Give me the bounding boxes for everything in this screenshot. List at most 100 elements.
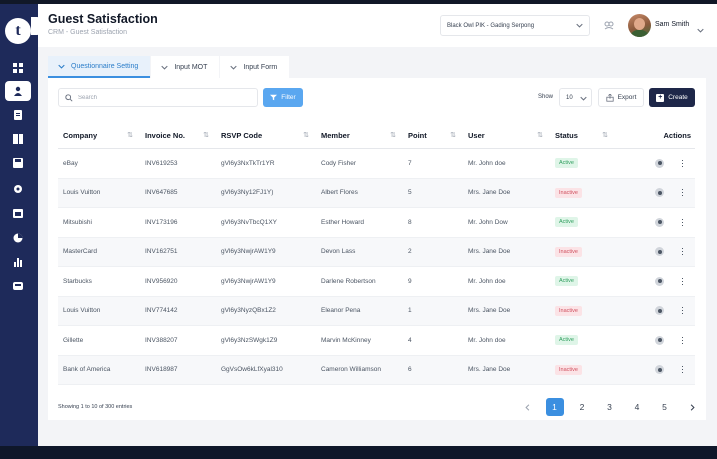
more-options-icon[interactable]: ⋯ [678, 218, 688, 227]
table-row: Mitsubishi INV173196 gVl6y3NvTbcQ1XY Esther… [58, 208, 695, 238]
view-icon[interactable] [655, 188, 664, 198]
point-cell: 5 [408, 189, 412, 197]
user-cell: Mrs. Jane Doe [468, 248, 511, 256]
window-bottom-bar [0, 446, 717, 459]
export-icon [605, 93, 614, 102]
company-cell: eBay [63, 159, 78, 167]
user-cell: Mr. John doe [468, 336, 506, 344]
chevron-down-icon[interactable] [697, 21, 704, 39]
rsvp-code-cell: GgVsOw6kLfXyal310 [221, 366, 283, 374]
avatar[interactable] [628, 14, 651, 37]
location-select[interactable]: Black Owl PIK - Gading Serpong [440, 15, 590, 36]
table-row: Starbucks INV956920 gVl6y3NwjrAW1Y9 Darlene… [58, 267, 695, 297]
tab-input-form[interactable]: Input Form [220, 56, 290, 78]
book-icon[interactable] [10, 131, 26, 147]
status-cell: Active [555, 158, 620, 169]
row-actions: ⋯ [655, 306, 688, 316]
view-icon[interactable] [655, 306, 664, 316]
search-box[interactable] [58, 88, 258, 107]
create-button[interactable]: + Create [649, 88, 695, 107]
more-options-icon[interactable]: ⋯ [678, 159, 688, 168]
status-badge: Active [555, 335, 578, 346]
plus-icon: + [656, 93, 665, 102]
invoice-cell: INV618987 [145, 366, 178, 374]
column-header-point[interactable]: Point ⇅ [408, 131, 468, 140]
rsvp-code-cell: gVl6y3NwjrAW1Y9 [221, 277, 276, 285]
chart-pie-icon[interactable] [10, 230, 26, 246]
sidebar: t [0, 4, 41, 446]
column-header-rsvp[interactable]: RSVP Code ⇅ [221, 131, 321, 140]
column-header-invoice[interactable]: Invoice No. ⇅ [145, 131, 221, 140]
rsvp-code-cell: gVl6y3NwjrAW1Y9 [221, 248, 276, 256]
more-options-icon[interactable]: ⋯ [678, 247, 688, 256]
status-cell: Active [555, 335, 620, 346]
tab-questionnaire-setting[interactable]: Questionnaire Setting [48, 56, 151, 78]
point-cell: 2 [408, 248, 412, 256]
filter-button[interactable]: Filter [263, 88, 303, 107]
tab-input-mot[interactable]: Input MOT [151, 56, 220, 78]
column-header-member[interactable]: Member ⇅ [321, 131, 408, 140]
page-button-2[interactable]: 2 [573, 398, 591, 416]
prev-page-button[interactable] [518, 398, 536, 416]
export-label: Export [617, 94, 637, 101]
row-actions: ⋯ [655, 217, 688, 227]
point-cell: 6 [408, 366, 412, 374]
export-button[interactable]: Export [598, 88, 644, 107]
search-input[interactable] [78, 94, 248, 101]
rsvp-code-cell: gVl6y3NvTbcQ1XY [221, 218, 277, 226]
create-label: Create [668, 94, 688, 101]
page-button-5[interactable]: 5 [656, 398, 674, 416]
save-icon[interactable] [10, 155, 26, 171]
status-badge: Inactive [555, 305, 582, 316]
more-options-icon[interactable]: ⋯ [678, 188, 688, 197]
next-page-button[interactable] [683, 398, 701, 416]
bar-chart-icon[interactable] [10, 254, 26, 270]
table-row: Louis Vuitton INV647685 gVl6y3Ny12FJ1Y) Alb… [58, 178, 695, 208]
more-options-icon[interactable]: ⋯ [678, 336, 688, 345]
chevron-down-icon [230, 65, 238, 70]
more-options-icon[interactable]: ⋯ [678, 306, 688, 315]
invoice-cell: INV956920 [145, 277, 178, 285]
invoice-cell: INV774142 [145, 307, 178, 315]
view-icon[interactable] [655, 158, 664, 168]
view-icon[interactable] [655, 247, 664, 257]
view-icon[interactable] [655, 276, 664, 286]
view-icon[interactable] [655, 217, 664, 227]
table-row: Bank of America INV618987 GgVsOw6kLfXyal31… [58, 355, 695, 385]
page-size-select[interactable]: 10 [559, 88, 592, 107]
member-cell: Eleanor Pena [321, 307, 361, 315]
view-icon[interactable] [655, 335, 664, 345]
invoice-cell: INV173196 [145, 218, 178, 226]
more-options-icon[interactable]: ⋯ [678, 365, 688, 374]
user-name[interactable]: Sam Smith [655, 21, 689, 28]
status-cell: Inactive [555, 305, 620, 316]
document-icon[interactable] [10, 107, 26, 123]
page-title: Guest Satisfaction [48, 12, 158, 26]
page-button-4[interactable]: 4 [628, 398, 646, 416]
status-badge: Inactive [555, 364, 582, 375]
status-badge: Inactive [555, 187, 582, 198]
filter-label: Filter [281, 94, 296, 101]
pagination: 12345 [518, 398, 711, 416]
user-icon[interactable] [5, 81, 31, 101]
page-button-1[interactable]: 1 [545, 398, 564, 416]
user-cell: Mr. John doe [468, 277, 506, 285]
column-header-company[interactable]: Company ⇅ [58, 131, 145, 140]
page-button-3[interactable]: 3 [601, 398, 619, 416]
app-logo[interactable]: t [5, 18, 31, 44]
status-badge: Active [555, 217, 578, 228]
rsvp-code-cell: gVl6y3Ny12FJ1Y) [221, 189, 274, 197]
view-icon[interactable] [655, 365, 664, 375]
column-header-status[interactable]: Status ⇅ [555, 131, 620, 140]
inbox-icon[interactable] [10, 278, 26, 294]
more-options-icon[interactable]: ⋯ [678, 277, 688, 286]
table-row: Gillette INV388207 gVl6y3NzSWgk1Z9 Marvin M… [58, 326, 695, 356]
notification-icon[interactable] [603, 19, 615, 31]
settings-icon[interactable] [10, 181, 26, 197]
dashboard-icon[interactable] [10, 60, 26, 76]
calendar-icon[interactable] [10, 205, 26, 221]
row-actions: ⋯ [655, 365, 688, 375]
column-header-user[interactable]: User ⇅ [468, 131, 555, 140]
company-cell: MasterCard [63, 248, 97, 256]
point-cell: 1 [408, 307, 412, 315]
